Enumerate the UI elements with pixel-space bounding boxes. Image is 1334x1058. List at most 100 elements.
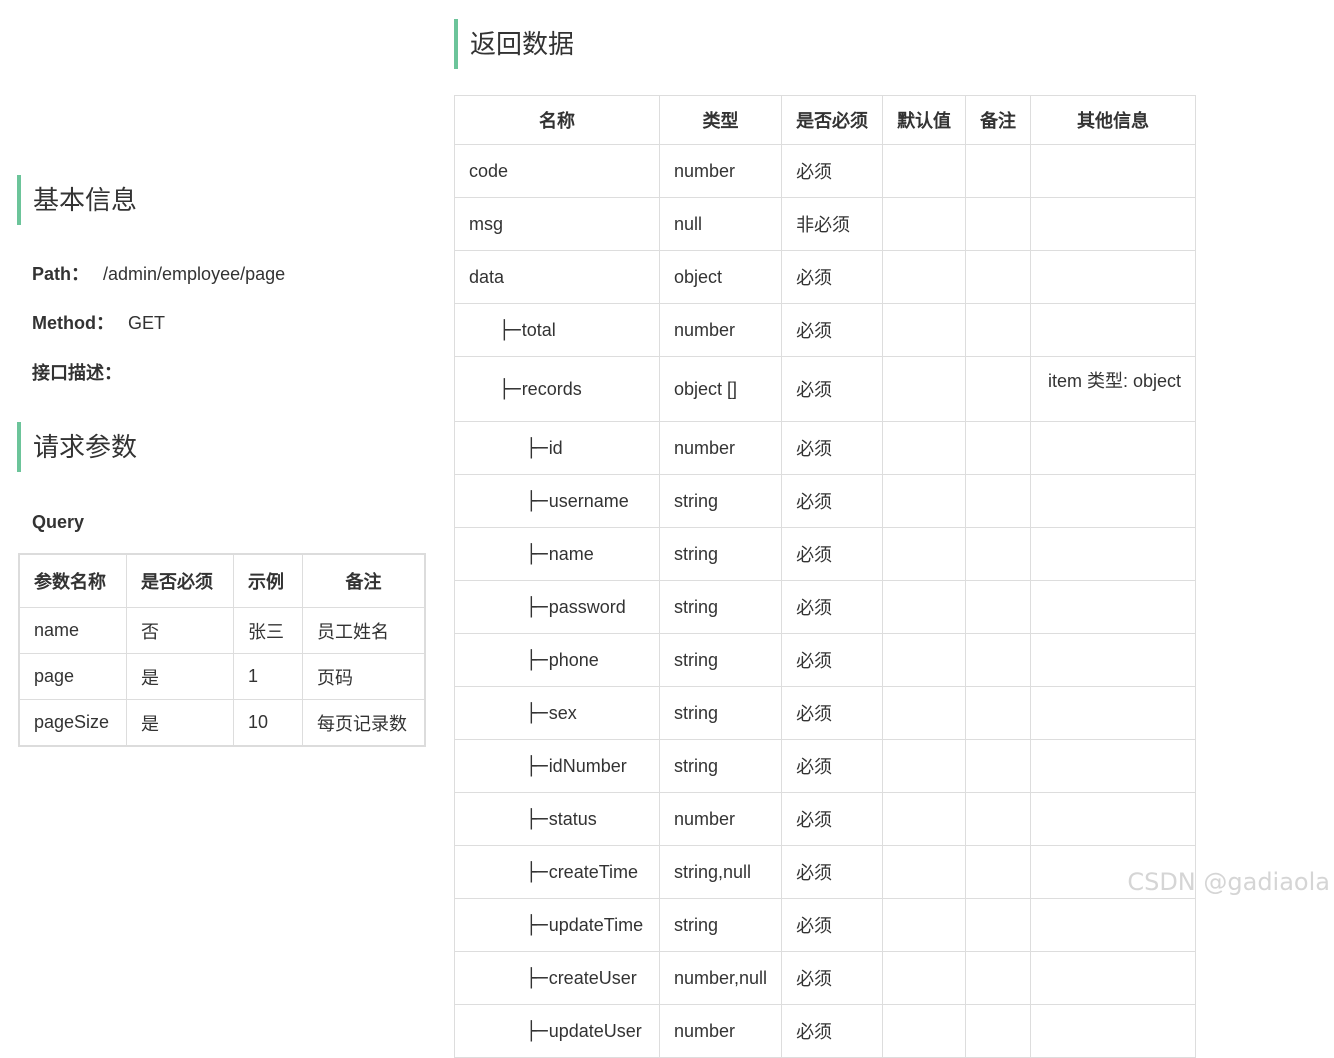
column-header-required: 是否必须 — [126, 553, 234, 608]
field-name-cell: ├─updateUser — [454, 1004, 660, 1058]
path-value: /admin/employee/page — [103, 264, 286, 284]
field-other-info-cell — [1030, 1004, 1196, 1058]
field-type-cell: number,null — [658, 951, 783, 1005]
watermark: CSDN @gadiaola — [1127, 868, 1330, 896]
field-name: idNumber — [548, 755, 627, 776]
table-row: ├─updateTime string 必须 — [454, 898, 1196, 952]
field-required-cell: 必须 — [781, 686, 884, 740]
table-row: data object 必须 — [454, 250, 1196, 304]
field-remark-cell — [965, 474, 1032, 528]
tree-branch-glyph: ├─ — [526, 755, 548, 777]
response-data-table: 名称 类型 是否必须 默认值 备注 其他信息 code number 必须 msg nu… — [454, 95, 1196, 1058]
field-type-cell: object — [658, 250, 783, 304]
field-name: id — [548, 437, 563, 458]
field-type-cell: string — [658, 474, 783, 528]
table-row: ├─createTime string,null 必须 — [454, 845, 1196, 899]
method-label: Method： — [32, 313, 114, 333]
tree-branch-glyph: ├─ — [526, 702, 548, 724]
param-remark-cell: 员工姓名 — [302, 607, 426, 654]
field-remark-cell — [965, 686, 1032, 740]
field-default-cell — [882, 739, 967, 793]
field-name: phone — [548, 649, 599, 670]
field-name: username — [548, 490, 629, 511]
table-row: ├─total number 必须 — [454, 303, 1196, 357]
field-name: total — [521, 319, 556, 340]
section-title-request-params: 请求参数 — [17, 422, 137, 472]
field-name-cell: ├─createTime — [454, 845, 660, 899]
table-row: ├─username string 必须 — [454, 474, 1196, 528]
field-remark-cell — [965, 845, 1032, 899]
field-other-info-cell — [1030, 250, 1196, 304]
table-header-row: 名称 类型 是否必须 默认值 备注 其他信息 — [454, 95, 1196, 145]
field-other-info-cell — [1030, 474, 1196, 528]
field-type-cell: number — [658, 421, 783, 475]
table-row: ├─updateUser number 必须 — [454, 1004, 1196, 1058]
column-header-remark: 备注 — [965, 95, 1032, 145]
field-default-cell — [882, 845, 967, 899]
table-row: ├─password string 必须 — [454, 580, 1196, 634]
param-remark-cell: 页码 — [302, 653, 426, 700]
param-required-cell: 是 — [126, 699, 234, 747]
param-name-cell: name — [18, 607, 127, 654]
table-row: msg null 非必须 — [454, 197, 1196, 251]
field-name-cell: ├─sex — [454, 686, 660, 740]
field-type-cell: string — [658, 686, 783, 740]
field-remark-cell — [965, 951, 1032, 1005]
field-required-cell: 必须 — [781, 303, 884, 357]
field-type-cell: string — [658, 633, 783, 687]
field-remark-cell — [965, 580, 1032, 634]
field-type-cell: string,null — [658, 845, 783, 899]
field-required-cell: 必须 — [781, 845, 884, 899]
column-header-param-name: 参数名称 — [18, 553, 127, 608]
field-remark-cell — [965, 356, 1032, 422]
table-row: ├─records object [] 必须 item 类型: object — [454, 356, 1196, 422]
field-default-cell — [882, 898, 967, 952]
field-other-info-cell — [1030, 197, 1196, 251]
field-other-info-cell — [1030, 580, 1196, 634]
field-required-cell: 必须 — [781, 421, 884, 475]
table-row: code number 必须 — [454, 144, 1196, 198]
column-header-default: 默认值 — [882, 95, 967, 145]
field-remark-cell — [965, 739, 1032, 793]
table-row: name 否张三 员工姓名 — [18, 607, 426, 654]
field-type-cell: string — [658, 580, 783, 634]
param-remark-cell: 每页记录数 — [302, 699, 426, 747]
field-other-info-cell — [1030, 686, 1196, 740]
table-row: page 是 1 页码 — [18, 653, 426, 700]
field-default-cell — [882, 474, 967, 528]
field-name-cell: ├─idNumber — [454, 739, 660, 793]
field-other-info-cell — [1030, 898, 1196, 952]
path-row: Path： /admin/employee/page — [32, 262, 285, 286]
section-title-basic-info: 基本信息 — [17, 175, 137, 225]
field-remark-cell — [965, 197, 1032, 251]
field-type-cell: string — [658, 739, 783, 793]
field-name: msg — [469, 213, 504, 234]
table-row: ├─idNumber string 必须 — [454, 739, 1196, 793]
field-name-cell: ├─createUser — [454, 951, 660, 1005]
param-example-cell: 1 — [233, 653, 303, 700]
field-other-info-cell — [1030, 739, 1196, 793]
field-remark-cell — [965, 250, 1032, 304]
table-row: ├─name string 必须 — [454, 527, 1196, 581]
field-default-cell — [882, 303, 967, 357]
field-name-cell: ├─updateTime — [454, 898, 660, 952]
tree-branch-glyph: ├─ — [526, 861, 548, 883]
param-required-cell: 是 — [126, 653, 234, 700]
param-example-cell: 张三 — [233, 607, 303, 654]
field-remark-cell — [965, 144, 1032, 198]
field-remark-cell — [965, 898, 1032, 952]
field-other-info-cell — [1030, 144, 1196, 198]
field-name-cell: code — [454, 144, 660, 198]
field-other-info-cell — [1030, 792, 1196, 846]
tree-branch-glyph: ├─ — [526, 914, 548, 936]
field-default-cell — [882, 792, 967, 846]
field-default-cell — [882, 421, 967, 475]
field-default-cell — [882, 686, 967, 740]
param-name-cell: pageSize — [18, 699, 127, 747]
tree-branch-glyph: ├─ — [526, 596, 548, 618]
param-required-cell: 否 — [126, 607, 234, 654]
field-name: password — [548, 596, 626, 617]
field-name-cell: ├─id — [454, 421, 660, 475]
field-remark-cell — [965, 421, 1032, 475]
path-label: Path： — [32, 264, 90, 284]
